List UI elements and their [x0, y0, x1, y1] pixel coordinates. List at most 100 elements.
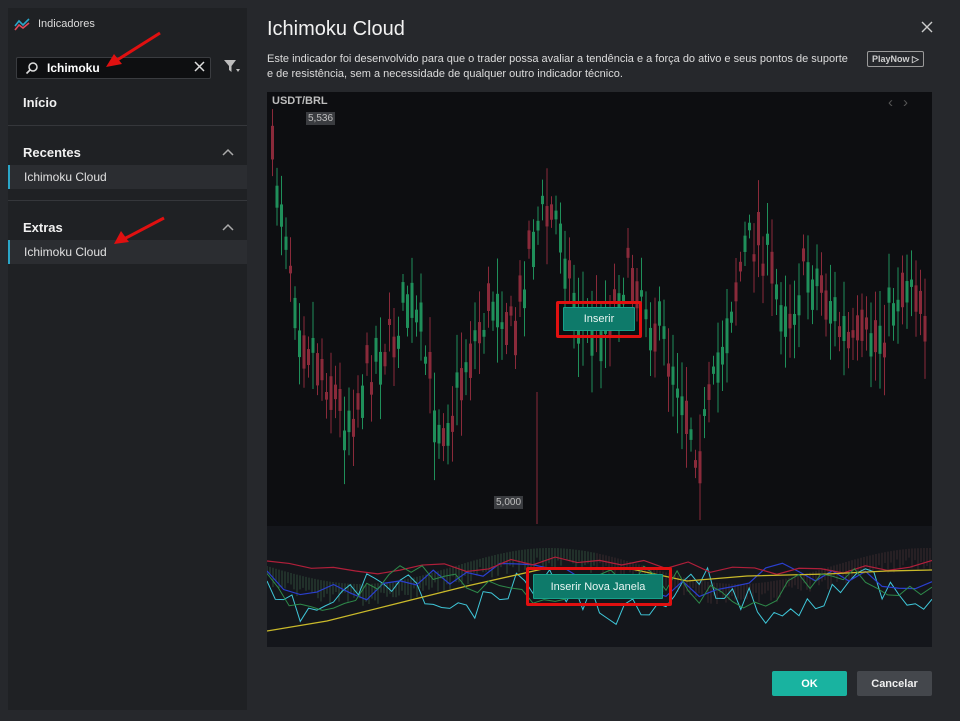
candle-body — [847, 331, 850, 349]
candle-body — [365, 345, 369, 364]
candle-body — [680, 396, 684, 416]
candle-body — [284, 236, 288, 250]
candle-body — [721, 346, 724, 365]
candle-body — [914, 285, 918, 312]
candle-body — [626, 247, 630, 258]
section-title-extras[interactable]: Extras — [23, 220, 63, 235]
close-icon — [194, 61, 205, 72]
candle-body — [406, 294, 409, 328]
candle-body — [761, 263, 765, 276]
candle-body — [820, 275, 823, 293]
candle-body — [307, 349, 310, 366]
candle-body — [806, 262, 810, 293]
candle-body — [469, 343, 472, 378]
candle-body — [676, 388, 679, 398]
candle-body — [500, 322, 504, 329]
ok-button[interactable]: OK — [772, 671, 847, 696]
candle-body — [464, 362, 468, 373]
candle-body — [851, 330, 855, 338]
candle-body — [293, 297, 297, 329]
candle-body — [514, 320, 517, 356]
candle-body — [302, 335, 306, 369]
candle-body — [829, 301, 832, 324]
chevron-up-icon[interactable] — [222, 223, 234, 231]
candle-body — [739, 261, 742, 272]
candle-body — [896, 299, 900, 312]
candle-body — [644, 309, 648, 320]
candle-body — [298, 330, 301, 358]
section-title-recentes[interactable]: Recentes — [23, 145, 81, 160]
chevron-left-icon[interactable]: ‹ — [888, 94, 903, 111]
search-icon — [25, 62, 38, 75]
candle-body — [478, 322, 481, 344]
candle-body — [550, 204, 553, 220]
candle-body — [428, 351, 432, 379]
candle-body — [766, 233, 769, 245]
candle-body — [532, 231, 535, 268]
candle-body — [734, 282, 738, 302]
candle-body — [388, 318, 391, 325]
candle-body — [554, 210, 558, 220]
candle-body — [446, 423, 450, 446]
annotation-arrow-icon — [106, 31, 161, 67]
close-icon[interactable] — [920, 20, 934, 34]
candle-body — [703, 409, 706, 416]
candle-body — [523, 289, 526, 309]
preview-nav[interactable]: ‹› — [888, 94, 918, 111]
candle-body — [842, 316, 846, 342]
divider — [8, 125, 247, 126]
chevron-right-icon[interactable]: › — [903, 94, 918, 111]
candle-body — [356, 393, 360, 410]
candle-body — [347, 410, 351, 433]
candle-body — [793, 313, 796, 325]
candle-body — [568, 260, 571, 279]
candle-body — [334, 384, 337, 400]
candle-body — [685, 400, 688, 434]
sidebar-panel — [8, 8, 247, 710]
candle-body — [901, 272, 904, 308]
candle-body — [316, 353, 319, 386]
cancel-button[interactable]: Cancelar — [857, 671, 932, 696]
indicator-preview — [267, 92, 932, 647]
candle-body — [689, 429, 693, 440]
candle-body — [775, 284, 778, 300]
candle-body — [910, 279, 913, 287]
indicator-chart-icon — [14, 18, 30, 31]
candle-body — [536, 220, 540, 231]
highlight-box — [556, 301, 642, 338]
candle-body — [725, 318, 729, 354]
candle-body — [856, 315, 859, 341]
sidebar-item-inicio[interactable]: Início — [23, 95, 57, 110]
candle-body — [433, 410, 436, 443]
filter-icon[interactable] — [223, 59, 241, 75]
candle-body — [311, 337, 315, 353]
indicators-dialog: Indicadores Início Recentes Ichimoku Clo… — [0, 0, 960, 721]
price-low-label: 5,000 — [494, 496, 524, 509]
clear-search-button[interactable] — [192, 60, 207, 75]
candle-body — [289, 265, 292, 274]
candle-body — [487, 283, 490, 311]
candle-body — [541, 195, 544, 205]
candle-body — [824, 290, 828, 320]
candle-body — [743, 235, 747, 252]
candle-body — [653, 323, 657, 352]
pair-label: USDT/BRL — [272, 95, 328, 107]
candle-body — [491, 301, 495, 321]
candle-body — [887, 287, 891, 303]
candle-body — [383, 352, 387, 367]
candle-body — [473, 330, 477, 342]
highlight-box — [526, 567, 672, 606]
candle-body — [860, 309, 864, 341]
sidebar-item-recent-ichimoku[interactable]: Ichimoku Cloud — [8, 165, 247, 189]
candle-body — [797, 295, 801, 316]
candle-body — [649, 327, 652, 351]
candle-body — [905, 281, 909, 303]
playnow-link[interactable]: PlayNow ▷ — [867, 51, 924, 67]
candle-body — [397, 335, 400, 349]
candle-body — [779, 305, 783, 332]
chevron-up-icon[interactable] — [222, 148, 234, 156]
candle-body — [883, 342, 886, 358]
candle-body — [640, 290, 643, 297]
candle-body — [784, 306, 787, 337]
candle-body — [419, 302, 423, 332]
